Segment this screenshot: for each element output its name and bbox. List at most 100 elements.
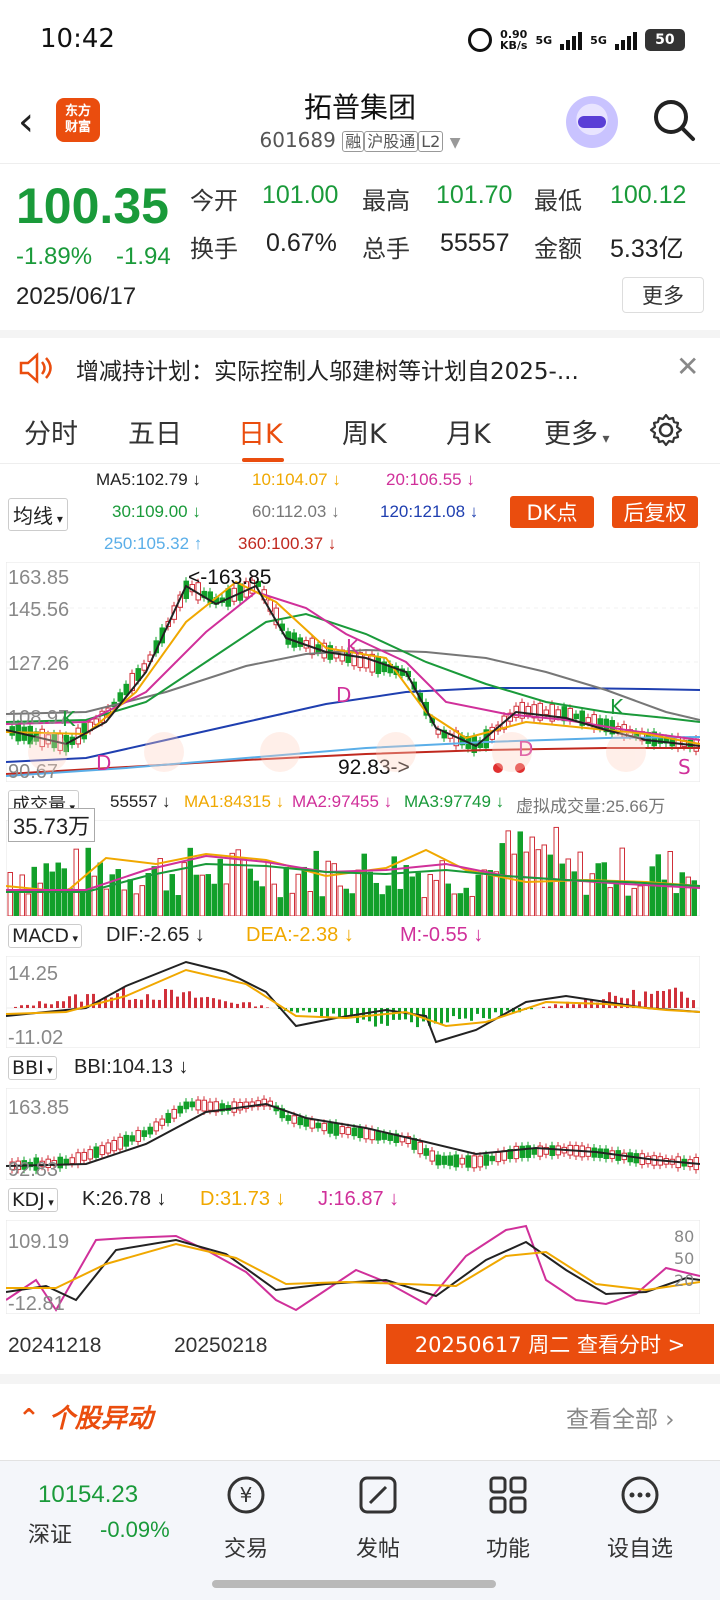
macd-bar [38,1001,41,1008]
candle-body [315,1122,321,1129]
volume-bar [379,894,385,916]
high-value: 101.70 [436,181,513,209]
close-icon[interactable]: ✕ [676,350,699,383]
volume-bar [451,893,457,916]
volume-bar [547,854,553,916]
candle-body [333,1122,339,1136]
volume-bar [679,872,685,916]
home-indicator [212,1580,496,1588]
nav-add-watchlist[interactable]: 设自选 [590,1467,690,1567]
chevron-down-icon[interactable]: ▼ [450,135,461,151]
macd-bar [152,999,155,1008]
tab-intraday[interactable]: 分时 [24,412,78,451]
macd-bar [44,1003,47,1008]
volume-bar [505,830,511,916]
low-label: 最低 [534,187,582,215]
tab-daily-k[interactable]: 日K [238,412,283,451]
candle-body [453,1154,459,1168]
ma-selector[interactable]: 均线 ▾ [8,498,68,531]
nav-functions[interactable]: 功能 [458,1467,558,1567]
volume-bar [37,882,43,916]
adjust-price-button[interactable]: 后复权 [612,496,698,528]
volume-bar [127,879,133,916]
search-icon[interactable] [652,98,696,142]
signal-icon [614,30,637,50]
macd-bar [14,1006,17,1008]
nav-trade[interactable]: ¥ 交易 [196,1467,296,1567]
volume-bar [493,871,499,916]
settings-gear-icon[interactable] [648,412,684,448]
macd-bar [506,1008,509,1011]
macd-chart[interactable]: 14.25 -11.02 [6,956,700,1048]
macd-selector-label: MACD [12,925,69,947]
bbi-selector[interactable]: BBI ▾ [8,1056,57,1080]
nav-post[interactable]: 发帖 [328,1467,428,1567]
tab-weekly-k[interactable]: 周K [342,412,387,451]
volume-bar [409,876,415,916]
volume-bar [601,862,607,916]
volume-bar [253,880,259,916]
status-time: 10:42 [40,24,115,54]
virtual-volume: 虚拟成交量:25.66万 [516,797,666,816]
macd-bar [20,1005,23,1008]
volume-bar [133,893,139,916]
more-dots-icon [621,1476,659,1514]
volume-bar [193,874,199,916]
low-value: 100.12 [610,181,687,209]
tab-monthly-k[interactable]: 月K [446,412,491,451]
macd-selector[interactable]: MACD ▾ [8,924,82,948]
candle-body [327,1122,333,1134]
stock-alerts-section: ⌃ 个股异动 查看全部 › [0,1374,720,1444]
candle-body [93,1146,99,1158]
view-intraday-button[interactable]: 20250617 周二 查看分时 > [386,1324,714,1364]
volume-bar [637,885,643,916]
candle-body [141,663,147,671]
candle-body [381,1132,387,1140]
volume-bar [301,866,307,916]
index-name[interactable]: 深证 [28,1517,72,1549]
kdj-axis-top: 109.19 [8,1231,69,1253]
volume-bar [445,883,451,916]
tab-more[interactable]: 更多 ▾ [544,412,609,451]
kline-axis-2: 145.56 [8,599,69,621]
index-value[interactable]: 10154.23 [38,1481,138,1509]
bbi-chart[interactable]: 163.85 92.83 [6,1088,700,1180]
volume-bar [517,831,523,916]
candle-body [375,1130,381,1141]
volume-bar [487,870,493,916]
dk-point-button[interactable]: DK点 [510,496,594,528]
volume-bar [457,893,463,916]
period-tabs: 分时 五日 日K 周K 月K 更多 ▾ [0,398,720,464]
kdj-selector[interactable]: KDJ ▾ [8,1188,58,1212]
kline-chart[interactable]: 163.85 145.56 127.26 108.97 90.67 <-163.… [6,562,700,782]
assistant-robot-icon[interactable] [566,96,618,148]
volume-chart[interactable] [6,820,700,916]
macd-bar [344,1008,347,1016]
volume-bar [181,862,187,916]
nav-functions-label: 功能 [485,1537,530,1562]
macd-bar [662,990,665,1008]
svg-text:¥: ¥ [240,1483,253,1507]
candle-body [129,1135,135,1142]
more-quote-button[interactable]: 更多 [622,277,704,313]
kdj-chart[interactable]: 109.19 -12.81 80 50 20 [6,1220,700,1314]
volume-axis-tag: 35.73万 [8,808,96,842]
macd-bar [332,1008,335,1014]
macd-bar [260,1005,263,1008]
tab-five-day[interactable]: 五日 [128,412,182,451]
volume-bar [175,895,181,916]
view-all-label: 查看全部 [566,1407,658,1433]
volume-bar [163,890,169,916]
notice-banner[interactable]: 增减持计划：实际控制人邬建树等计划自2025-... ✕ [0,330,720,396]
view-all-link[interactable]: 查看全部 › [566,1400,675,1434]
volume-bar [643,881,649,916]
index-change[interactable]: -0.09% [100,1517,170,1543]
candle-body [435,1154,441,1166]
macd-bar [206,996,209,1008]
macd-bar [50,1004,53,1008]
candle-body [555,709,561,718]
volume-bar [229,852,235,916]
nav-trade-label: 交易 [223,1537,268,1562]
macd-bar [482,1008,485,1019]
nav-add-watchlist-label: 设自选 [606,1537,673,1562]
